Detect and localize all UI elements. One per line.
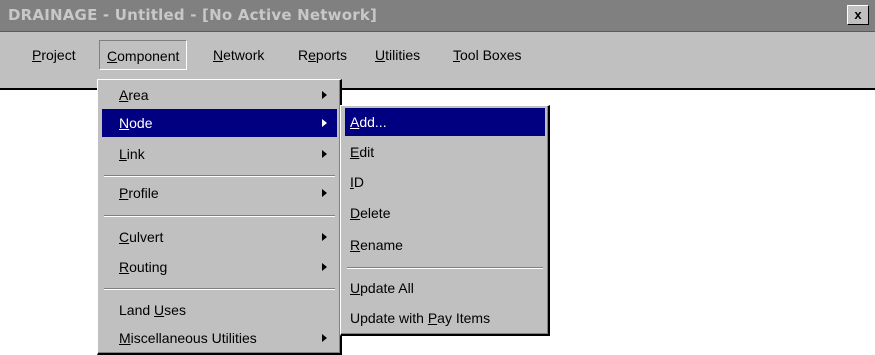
menu-item-miscellaneous-utilities[interactable]: Miscellaneous Utilities (102, 324, 337, 352)
menu-item-routing[interactable]: Routing (102, 253, 337, 281)
submenu-arrow-icon (322, 150, 327, 158)
title-bar: DRAINAGE - Untitled - [No Active Network… (0, 0, 875, 32)
menu-item-add[interactable]: Add... (345, 108, 545, 136)
menu-item-update-with-pay-items[interactable]: Update with Pay Items (345, 304, 545, 332)
component-menu: Area Node Link Profile Culvert Routing L… (97, 79, 342, 355)
menu-item-node[interactable]: Node (102, 109, 337, 137)
menu-item-area[interactable]: Area (102, 81, 337, 109)
close-button[interactable]: x (847, 5, 869, 25)
menu-tool-boxes[interactable]: Tool Boxes (446, 40, 528, 70)
menu-item-culvert[interactable]: Culvert (102, 223, 337, 251)
submenu-arrow-icon (322, 91, 327, 99)
menu-item-id[interactable]: ID (345, 168, 545, 196)
menu-item-profile[interactable]: Profile (102, 179, 337, 207)
submenu-arrow-icon (322, 263, 327, 271)
menu-item-update-all[interactable]: Update All (345, 274, 545, 302)
menu-item-rename[interactable]: Rename (345, 231, 545, 259)
node-submenu: Add... Edit ID Delete Rename Update All … (340, 105, 550, 336)
menu-project[interactable]: Project (25, 40, 83, 70)
submenu-arrow-icon (322, 119, 327, 127)
menu-item-link[interactable]: Link (102, 140, 337, 168)
menu-item-delete[interactable]: Delete (345, 199, 545, 227)
menu-network[interactable]: Network (206, 40, 271, 70)
submenu-arrow-icon (322, 334, 327, 342)
menu-utilities[interactable]: Utilities (368, 40, 427, 70)
submenu-arrow-icon (322, 233, 327, 241)
close-icon: x (854, 7, 862, 22)
menu-separator (104, 175, 335, 177)
menu-component[interactable]: Component (99, 40, 188, 70)
menu-separator (104, 215, 335, 217)
window-title: DRAINAGE - Untitled - [No Active Network… (8, 6, 378, 24)
menu-separator (347, 267, 543, 269)
menu-item-edit[interactable]: Edit (345, 138, 545, 166)
menu-separator (104, 288, 335, 290)
menu-item-land-uses[interactable]: Land Uses (102, 296, 337, 324)
menu-reports[interactable]: Reports (291, 40, 354, 70)
submenu-arrow-icon (322, 189, 327, 197)
